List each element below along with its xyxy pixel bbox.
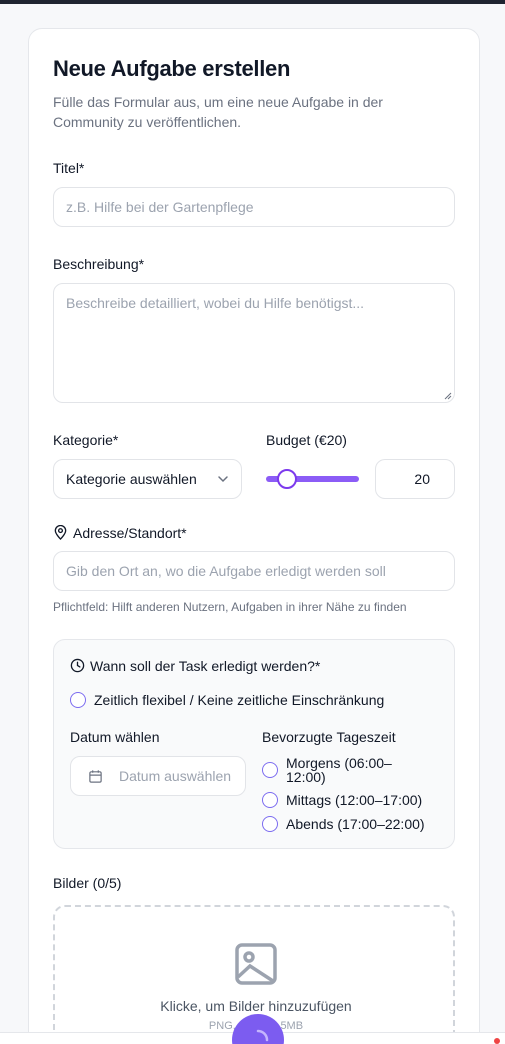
description-placeholder: Beschreibe detailliert, wobei du Hilfe b… (66, 295, 365, 311)
midday-label: Mittags (12:00–17:00) (286, 792, 423, 808)
images-label: Bilder (0/5) (53, 875, 122, 891)
category-select[interactable]: Kategorie auswählen (53, 459, 242, 499)
category-label: Kategorie* (53, 432, 119, 448)
title-label: Titel* (53, 160, 85, 176)
image-icon (235, 943, 277, 985)
loading-spinner-icon (256, 1029, 269, 1042)
evening-radio[interactable] (262, 816, 278, 832)
top-bar (0, 0, 505, 4)
morning-label: Morgens (06:00–12:00) (286, 755, 392, 785)
morning-radio[interactable] (262, 762, 278, 778)
budget-label: Budget (€20) (266, 432, 347, 448)
chevron-down-icon (218, 476, 228, 483)
category-value: Kategorie auswählen (66, 471, 197, 487)
date-label: Datum wählen (70, 729, 160, 745)
budget-input[interactable]: 20 (375, 459, 455, 499)
notification-dot (494, 1038, 500, 1044)
description-textarea[interactable]: Beschreibe detailliert, wobei du Hilfe b… (53, 283, 455, 403)
clock-icon (70, 658, 85, 673)
map-pin-icon (54, 525, 67, 540)
description-label: Beschreibung* (53, 256, 145, 272)
flexible-label: Zeitlich flexibel / Keine zeitliche Eins… (94, 692, 385, 708)
address-input[interactable]: Gib den Ort an, wo die Aufgabe erledigt … (53, 551, 455, 591)
time-label: Bevorzugte Tageszeit (262, 729, 396, 745)
date-picker[interactable]: Datum auswählen (70, 756, 246, 796)
evening-label: Abends (17:00–22:00) (286, 816, 425, 832)
midday-radio[interactable] (262, 792, 278, 808)
calendar-icon (89, 770, 102, 783)
page-title: Neue Aufgabe erstellen (53, 56, 291, 81)
address-label: Adresse/Standort* (73, 525, 187, 541)
date-placeholder: Datum auswählen (119, 768, 232, 784)
address-hint: Pflichtfeld: Hilft anderen Nutzern, Aufg… (53, 600, 407, 614)
dropzone-text: Klicke, um Bilder hinzuzufügen (160, 998, 352, 1014)
schedule-heading: Wann soll der Task erledigt werden?* (90, 658, 321, 674)
page-subtitle: Fülle das Formular aus, um eine neue Auf… (53, 94, 383, 130)
resize-handle-icon[interactable] (444, 392, 452, 400)
title-input[interactable]: z.B. Hilfe bei der Gartenpflege (53, 187, 455, 227)
budget-slider-thumb[interactable] (277, 469, 297, 489)
flexible-radio[interactable] (70, 692, 86, 708)
